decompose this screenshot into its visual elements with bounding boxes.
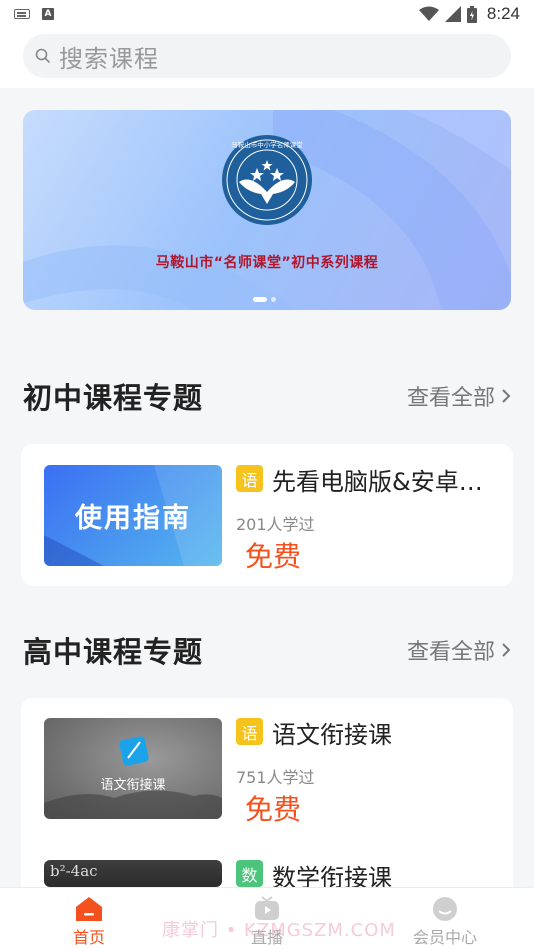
banner-title: 马鞍山市“名师课堂”初中系列课程 xyxy=(155,255,379,271)
search-placeholder: 搜索课程 xyxy=(59,44,159,73)
section-header-junior: 初中课程专题 查看全部 xyxy=(23,376,511,416)
live-icon xyxy=(255,896,279,920)
battery-icon xyxy=(466,5,477,23)
course-title: 先看电脑版&安卓… xyxy=(272,468,483,496)
emblem-text: 马鞍山市中小学名师课堂 xyxy=(231,140,303,149)
thumbnail-text: 使用指南 xyxy=(75,503,191,534)
cellular-icon xyxy=(444,6,461,22)
subject-badge: 数 xyxy=(236,860,263,887)
course-card: 语文衔接课 语 语文衔接课 751人学过 免费 b²-4ac 数 数学衔接课 xyxy=(21,698,513,898)
chevron-right-icon xyxy=(502,389,511,403)
learner-count: 751人学过 xyxy=(236,768,315,787)
pagination-dot-active[interactable] xyxy=(253,297,267,302)
course-title: 语文衔接课 xyxy=(272,721,392,749)
course-thumbnail: 语文衔接课 xyxy=(44,718,222,819)
tab-home[interactable]: 首页 xyxy=(0,888,178,950)
promo-banner[interactable]: 马鞍山市中小学名师课堂 马鞍山市“名师课堂”初中系列课程 xyxy=(23,110,511,310)
bottom-tab-bar: 首页 直播 会员中心 xyxy=(0,887,534,950)
subject-badge: 语 xyxy=(236,465,263,492)
member-icon xyxy=(433,897,457,921)
section-title: 初中课程专题 xyxy=(23,381,204,415)
tab-label: 直播 xyxy=(250,928,283,947)
status-bar: A 8:24 xyxy=(0,0,534,28)
subject-badge: 语 xyxy=(236,718,263,745)
view-all-label: 查看全部 xyxy=(406,640,495,665)
search-icon xyxy=(35,48,50,63)
learner-count: 201人学过 xyxy=(236,515,315,534)
banner-pagination xyxy=(253,297,276,302)
tab-label: 首页 xyxy=(72,928,105,947)
wifi-icon xyxy=(418,6,439,21)
course-thumbnail: 使用指南 xyxy=(44,465,222,566)
tab-label: 会员中心 xyxy=(412,928,477,947)
course-card: 使用指南 语 先看电脑版&安卓… 201人学过 免费 xyxy=(21,444,513,586)
tab-member-center[interactable]: 会员中心 xyxy=(356,888,534,950)
course-item[interactable]: 使用指南 语 先看电脑版&安卓… 201人学过 免费 xyxy=(44,465,494,573)
course-item[interactable]: b²-4ac 数 数学衔接课 xyxy=(44,860,494,887)
course-item[interactable]: 语文衔接课 语 语文衔接课 751人学过 免费 xyxy=(44,718,494,826)
status-time: 8:24 xyxy=(486,4,520,23)
course-thumbnail: b²-4ac xyxy=(44,860,222,887)
thumbnail-decoration xyxy=(44,736,222,819)
view-all-label: 查看全部 xyxy=(406,386,495,411)
course-title: 数学衔接课 xyxy=(272,864,392,887)
pagination-dot[interactable] xyxy=(271,297,276,302)
home-icon xyxy=(76,897,102,921)
course-price: 免费 xyxy=(245,793,302,826)
emblem-logo: 马鞍山市中小学名师课堂 xyxy=(222,135,312,225)
thumbnail-text: 语文衔接课 xyxy=(100,778,166,793)
tab-live[interactable]: 直播 xyxy=(178,888,356,950)
a-notification-icon: A xyxy=(42,8,54,20)
chevron-right-icon xyxy=(502,643,511,657)
search-input[interactable]: 搜索课程 xyxy=(23,34,511,78)
view-all-link[interactable]: 查看全部 xyxy=(407,634,511,666)
thumbnail-text: b²-4ac xyxy=(50,862,98,880)
view-all-link[interactable]: 查看全部 xyxy=(407,380,511,412)
section-header-senior: 高中课程专题 查看全部 xyxy=(23,630,511,670)
section-title: 高中课程专题 xyxy=(23,635,204,669)
course-price: 免费 xyxy=(245,540,302,573)
search-header: 搜索课程 xyxy=(0,28,534,88)
keyboard-icon xyxy=(14,9,30,19)
